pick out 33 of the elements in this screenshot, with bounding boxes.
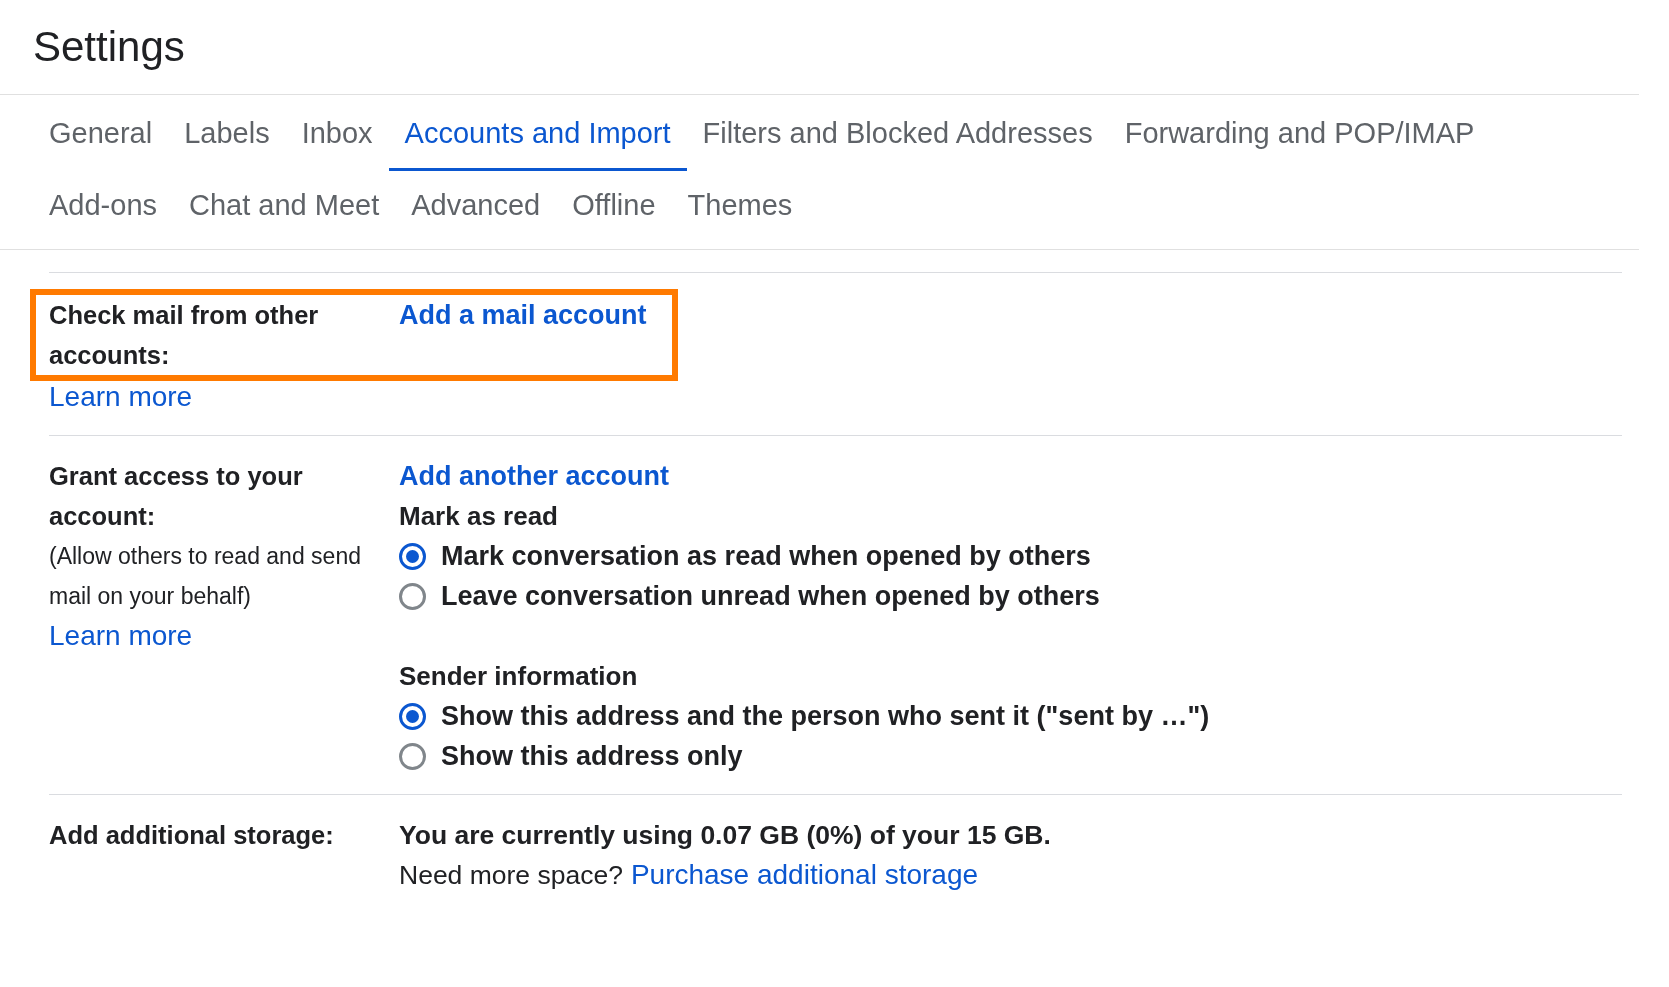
learn-more-link[interactable]: Learn more bbox=[49, 616, 193, 657]
radio-option[interactable]: Show this address and the person who sent it ("sent by …") bbox=[399, 696, 1210, 737]
section-label: Grant access to your account: bbox=[49, 461, 304, 533]
settings-tab[interactable]: Add-ons bbox=[33, 171, 173, 244]
settings-tab[interactable]: Accounts and Import bbox=[388, 99, 687, 172]
prompt-text: Need more space? bbox=[399, 860, 623, 892]
radio-option[interactable]: Leave conversation unread when opened by others bbox=[399, 576, 1100, 617]
settings-tab[interactable]: Advanced bbox=[395, 171, 557, 244]
radio-button[interactable] bbox=[399, 582, 426, 610]
section-note: (Allow others to read and send mail on your behalf) bbox=[49, 542, 362, 612]
radio-button[interactable] bbox=[399, 742, 426, 770]
add-account-link[interactable]: Add a mail account bbox=[399, 300, 647, 331]
section-label: Add additional storage: bbox=[49, 820, 335, 852]
radio-button[interactable] bbox=[399, 702, 426, 730]
add-account-link[interactable]: Add another account bbox=[399, 456, 669, 497]
learn-more-link[interactable]: Learn more bbox=[49, 381, 193, 413]
settings-tab[interactable]: General bbox=[33, 99, 169, 172]
page-title: Settings bbox=[0, 0, 1639, 96]
settings-tab[interactable]: Offline bbox=[556, 171, 672, 244]
settings-tab[interactable]: Filters and Blocked Addresses bbox=[686, 99, 1109, 172]
group-heading: Mark as read bbox=[399, 500, 558, 534]
settings-tab[interactable]: Forwarding and POP/IMAP bbox=[1108, 99, 1491, 172]
settings-tab[interactable]: Chat and Meet bbox=[173, 171, 396, 244]
radio-option[interactable]: Show this address only bbox=[399, 736, 743, 777]
radio-button[interactable] bbox=[399, 542, 426, 570]
radio-option[interactable]: Mark conversation as read when opened by others bbox=[399, 536, 1091, 577]
settings-tab[interactable]: Themes bbox=[671, 171, 809, 244]
settings-tab[interactable]: Labels bbox=[168, 99, 286, 172]
purchase-storage-link[interactable]: Purchase additional storage bbox=[630, 855, 979, 896]
section-label: Check mail from other accounts: bbox=[49, 300, 320, 372]
settings-tab[interactable]: Inbox bbox=[285, 99, 389, 172]
group-heading: Sender information bbox=[399, 660, 638, 694]
storage-usage-text: You are currently using 0.07 GB (0%) of your 15 GB. bbox=[399, 819, 1051, 853]
